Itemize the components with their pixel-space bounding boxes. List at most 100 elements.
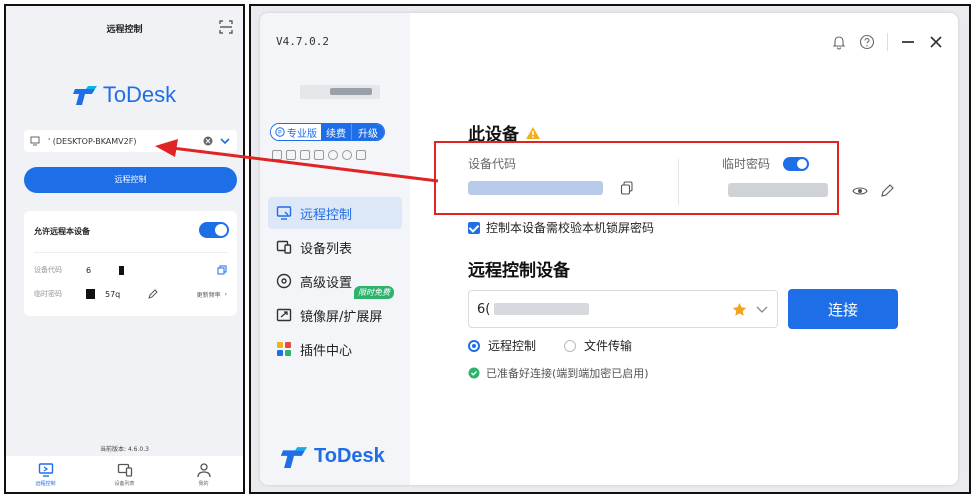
plugin-icon	[277, 342, 291, 356]
app-version: V4.7.0.2	[276, 35, 329, 48]
temp-password-value: 57q	[105, 289, 121, 299]
settings-icon	[276, 273, 292, 289]
monitor-icon	[38, 462, 53, 477]
chevron-down-icon[interactable]	[219, 136, 231, 146]
warning-icon[interactable]	[525, 126, 541, 140]
feature-icon	[272, 150, 282, 160]
connection-status-text: 已准备好连接(端到端加密已启用)	[486, 367, 649, 380]
mobile-title: 远程控制	[106, 25, 143, 35]
monitor-icon	[30, 136, 40, 146]
desktop-app-panel: V4.7.0.2 P 专业版 续费 升级 远程控制 设备列表 高级设置 镜像屏/…	[249, 4, 971, 494]
nav-label: 远程控制	[300, 207, 353, 223]
scan-icon[interactable]	[219, 20, 233, 34]
mobile-device-text: ' (DESKTOP-BKAMV2F)	[48, 136, 137, 146]
account-name-redacted	[300, 85, 380, 99]
device-code-label: 设备代码	[468, 157, 517, 171]
remote-input-value: 6(	[477, 301, 491, 317]
todesk-logo-icon	[72, 86, 97, 105]
free-badge: 限时免费	[354, 286, 394, 299]
nav-device-list[interactable]: 设备列表	[268, 231, 402, 263]
monitor-icon	[276, 206, 292, 220]
edit-icon[interactable]	[148, 289, 158, 299]
chevron-right-icon: ›	[224, 290, 227, 298]
lock-screen-check-row[interactable]: 控制本设备需校验本机锁屏密码	[468, 219, 654, 236]
copy-icon[interactable]	[217, 265, 227, 275]
nav-label: 高级设置	[300, 275, 353, 291]
more-icon[interactable]	[356, 150, 366, 160]
sidebar-logo-text: ToDesk	[314, 445, 385, 467]
todesk-window: V4.7.0.2 P 专业版 续费 升级 远程控制 设备列表 高级设置 镜像屏/…	[260, 13, 958, 485]
renew-button[interactable]: 续费	[321, 124, 351, 140]
edit-icon[interactable]	[880, 184, 894, 198]
redaction-mark	[119, 265, 125, 275]
pro-plan-badge: P 专业版	[271, 124, 321, 140]
close-icon[interactable]	[928, 34, 944, 50]
upgrade-button[interactable]: 升级	[351, 124, 384, 140]
nav-plugin-center[interactable]: 插件中心	[268, 333, 402, 365]
mobile-remote-control-button[interactable]: 远程控制	[24, 167, 237, 193]
shield-check-icon	[468, 367, 480, 379]
temp-password-label: 临时密码	[722, 157, 771, 171]
allow-remote-toggle[interactable]	[199, 222, 229, 238]
mobile-logo-text: ToDesk	[102, 82, 177, 107]
feature-icon	[342, 150, 352, 160]
plan-bar: P 专业版 续费 升级	[270, 123, 385, 141]
minimize-icon[interactable]	[900, 34, 916, 50]
temp-password-toggle[interactable]	[783, 157, 809, 171]
mobile-device-card: 允许远程本设备 设备代码 6 临时密码 57q 更新频率 ›	[24, 211, 237, 316]
user-icon	[196, 462, 211, 477]
device-code-value: 6	[86, 265, 92, 275]
star-icon[interactable]	[732, 302, 747, 317]
mobile-nav-label: 我的	[198, 480, 209, 487]
device-code-label: 设备代码	[34, 266, 62, 274]
pro-icon: P	[275, 127, 285, 137]
remote-device-code-input[interactable]: 6(	[468, 290, 778, 328]
feature-icon	[328, 150, 338, 160]
mobile-device-select[interactable]: ' (DESKTOP-BKAMV2F)	[24, 130, 237, 152]
device-info-highlight	[434, 141, 839, 215]
nav-mirror-screen[interactable]: 镜像屏/扩展屏	[268, 299, 402, 331]
temp-password-label: 临时密码	[34, 290, 62, 298]
help-icon[interactable]	[859, 34, 875, 50]
chevron-down-icon[interactable]	[755, 302, 769, 316]
file-transfer-radio[interactable]	[564, 339, 577, 352]
clear-icon[interactable]	[203, 136, 213, 146]
eye-icon[interactable]	[852, 184, 868, 198]
temp-password-redacted	[728, 183, 828, 197]
nav-remote-control[interactable]: 远程控制	[268, 197, 402, 229]
mirror-screen-icon	[276, 308, 292, 322]
device-code-redacted	[468, 181, 603, 195]
mobile-logo: ToDesk	[6, 80, 243, 110]
nav-label: 镜像屏/扩展屏	[300, 309, 383, 325]
mobile-temp-password-row: 临时密码 57q 更新频率 ›	[34, 287, 227, 301]
refresh-frequency-link[interactable]: 更新频率	[197, 290, 221, 299]
copy-icon[interactable]	[620, 181, 634, 195]
mobile-app-panel: 远程控制 ToDesk ' (DESKTOP-BKAMV2F) 远程控制 允许远…	[4, 4, 245, 494]
bell-icon[interactable]	[831, 34, 847, 50]
mobile-nav-label: 远程控制	[35, 480, 56, 487]
feature-icon	[286, 150, 296, 160]
pro-plan-label: 专业版	[287, 128, 317, 140]
sidebar: V4.7.0.2 P 专业版 续费 升级 远程控制 设备列表 高级设置 镜像屏/…	[260, 13, 410, 485]
lock-screen-checkbox[interactable]	[468, 221, 480, 234]
divider	[34, 252, 227, 253]
feature-icon	[314, 150, 324, 160]
mobile-device-code-row: 设备代码 6	[34, 263, 227, 277]
remote-control-title: 远程控制设备	[468, 261, 570, 281]
window-controls	[831, 33, 944, 51]
nav-label: 设备列表	[300, 241, 353, 257]
divider	[678, 159, 679, 205]
devices-icon	[276, 240, 292, 254]
main-content: 此设备 设备代码 临时密码 控制本设备需校验本机锁屏密码 远程控制设备 6(连…	[410, 13, 958, 485]
mobile-bottom-nav: 远程控制 设备列表 我的	[6, 456, 243, 492]
remote-control-radio[interactable]	[468, 339, 480, 352]
mobile-nav-devices[interactable]: 设备列表	[85, 456, 164, 492]
feature-icons	[272, 150, 366, 160]
connect-button[interactable]: 连接	[788, 289, 898, 329]
nav-label: 插件中心	[300, 343, 353, 359]
mobile-nav-me[interactable]: 我的	[164, 456, 243, 492]
remote-control-radio-label[interactable]: 远程控制	[488, 337, 536, 354]
sidebar-logo: ToDesk	[280, 445, 385, 468]
mobile-nav-remote[interactable]: 远程控制	[6, 456, 85, 492]
file-transfer-radio-label[interactable]: 文件传输	[584, 337, 632, 354]
